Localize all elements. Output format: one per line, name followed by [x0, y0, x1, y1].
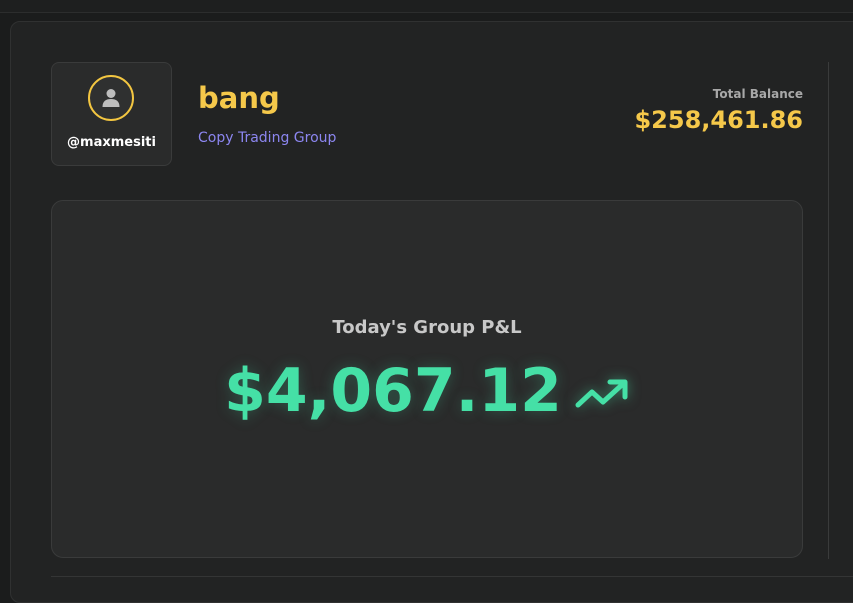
username: @maxmesiti: [67, 135, 156, 150]
total-balance-label: Total Balance: [712, 87, 803, 101]
avatar: [88, 75, 134, 121]
pnl-row: $4,067.12: [52, 351, 802, 431]
vertical-divider: [828, 62, 829, 559]
pnl-value: $4,067.12: [224, 356, 562, 426]
group-name: bang: [198, 81, 280, 115]
pnl-card: Today's Group P&L $4,067.12: [51, 200, 803, 558]
pnl-label: Today's Group P&L: [332, 317, 522, 338]
bottom-divider: [51, 576, 853, 577]
group-type-link[interactable]: Copy Trading Group: [198, 130, 336, 146]
profile-card[interactable]: @maxmesiti: [51, 62, 172, 166]
trending-up-icon: [575, 379, 628, 408]
top-bar: [0, 0, 853, 13]
total-balance-value: $258,461.86: [634, 106, 803, 134]
user-icon: [102, 89, 120, 107]
